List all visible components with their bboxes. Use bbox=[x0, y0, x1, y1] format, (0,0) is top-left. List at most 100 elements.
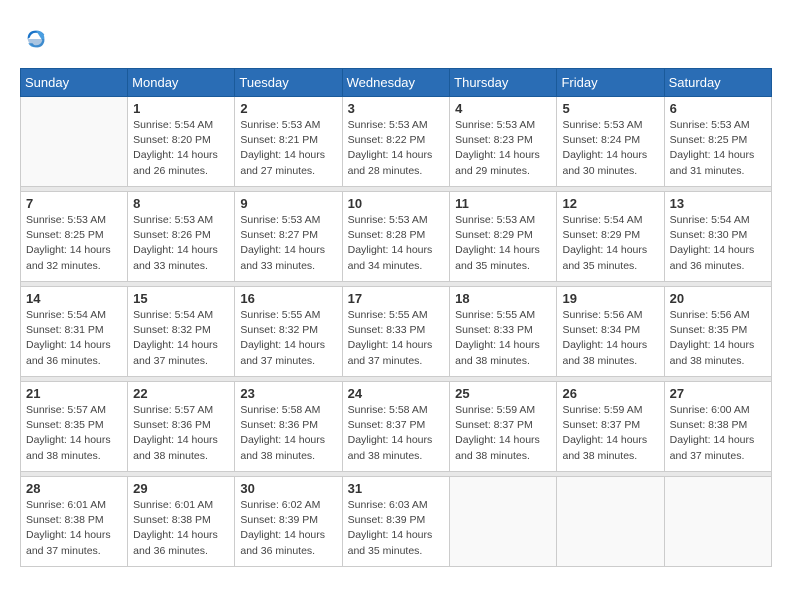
day-number: 14 bbox=[26, 291, 122, 306]
calendar-cell: 25 Sunrise: 5:59 AM Sunset: 8:37 PM Dayli… bbox=[450, 382, 557, 472]
day-number: 20 bbox=[670, 291, 766, 306]
calendar-cell: 12Sunrise: 5:54 AM Sunset: 8:29 PM Dayli… bbox=[557, 192, 664, 282]
calendar-cell: 3Sunrise: 5:53 AM Sunset: 8:22 PM Daylig… bbox=[342, 97, 450, 187]
calendar-header-sunday: Sunday bbox=[21, 69, 128, 97]
day-number: 25 bbox=[455, 386, 551, 401]
day-number: 23 bbox=[240, 386, 336, 401]
day-info: Sunrise: 6:00 AM Sunset: 8:38 PM Dayligh… bbox=[670, 403, 766, 464]
day-number: 17 bbox=[348, 291, 445, 306]
calendar-cell: 30 Sunrise: 6:02 AM Sunset: 8:39 PM Dayli… bbox=[235, 477, 342, 567]
day-info: Sunrise: 5:57 AM Sunset: 8:35 PM Dayligh… bbox=[26, 403, 122, 464]
day-info: Sunrise: 5:53 AM Sunset: 8:26 PM Dayligh… bbox=[133, 213, 229, 274]
day-info: Sunrise: 5:54 AM Sunset: 8:30 PM Dayligh… bbox=[670, 213, 766, 274]
day-number: 4 bbox=[455, 101, 551, 116]
calendar-week-5: 28 Sunrise: 6:01 AM Sunset: 8:38 PM Dayli… bbox=[21, 477, 772, 567]
calendar-cell bbox=[450, 477, 557, 567]
day-info: Sunrise: 5:53 AM Sunset: 8:21 PM Dayligh… bbox=[240, 118, 336, 179]
calendar-cell: 22 Sunrise: 5:57 AM Sunset: 8:36 PM Dayli… bbox=[128, 382, 235, 472]
calendar-cell: 13 Sunrise: 5:54 AM Sunset: 8:30 PM Dayli… bbox=[664, 192, 771, 282]
calendar-table: SundayMondayTuesdayWednesdayThursdayFrid… bbox=[20, 68, 772, 567]
day-info: Sunrise: 6:03 AM Sunset: 8:39 PM Dayligh… bbox=[348, 498, 445, 559]
calendar-cell: 9 Sunrise: 5:53 AM Sunset: 8:27 PM Daylig… bbox=[235, 192, 342, 282]
day-number: 1 bbox=[133, 101, 229, 116]
day-info: Sunrise: 5:53 AM Sunset: 8:27 PM Dayligh… bbox=[240, 213, 336, 274]
calendar-cell: 20 Sunrise: 5:56 AM Sunset: 8:35 PM Dayli… bbox=[664, 287, 771, 377]
page-header bbox=[20, 20, 772, 58]
day-number: 7 bbox=[26, 196, 122, 211]
day-number: 10 bbox=[348, 196, 445, 211]
calendar-cell: 14 Sunrise: 5:54 AM Sunset: 8:31 PM Dayli… bbox=[21, 287, 128, 377]
calendar-cell: 29Sunrise: 6:01 AM Sunset: 8:38 PM Dayli… bbox=[128, 477, 235, 567]
calendar-cell bbox=[21, 97, 128, 187]
day-number: 24 bbox=[348, 386, 445, 401]
day-number: 21 bbox=[26, 386, 122, 401]
calendar-header-monday: Monday bbox=[128, 69, 235, 97]
calendar-header-row: SundayMondayTuesdayWednesdayThursdayFrid… bbox=[21, 69, 772, 97]
day-info: Sunrise: 5:59 AM Sunset: 8:37 PM Dayligh… bbox=[562, 403, 658, 464]
day-number: 5 bbox=[562, 101, 658, 116]
day-info: Sunrise: 5:53 AM Sunset: 8:25 PM Dayligh… bbox=[26, 213, 122, 274]
day-info: Sunrise: 5:54 AM Sunset: 8:31 PM Dayligh… bbox=[26, 308, 122, 369]
calendar-cell: 27 Sunrise: 6:00 AM Sunset: 8:38 PM Dayli… bbox=[664, 382, 771, 472]
calendar-cell: 1Sunrise: 5:54 AM Sunset: 8:20 PM Daylig… bbox=[128, 97, 235, 187]
day-number: 22 bbox=[133, 386, 229, 401]
day-info: Sunrise: 5:55 AM Sunset: 8:32 PM Dayligh… bbox=[240, 308, 336, 369]
logo bbox=[20, 25, 50, 58]
day-number: 27 bbox=[670, 386, 766, 401]
logo-icon bbox=[22, 25, 50, 53]
calendar-cell: 24 Sunrise: 5:58 AM Sunset: 8:37 PM Dayli… bbox=[342, 382, 450, 472]
day-number: 30 bbox=[240, 481, 336, 496]
calendar-cell: 21 Sunrise: 5:57 AM Sunset: 8:35 PM Dayli… bbox=[21, 382, 128, 472]
day-info: Sunrise: 5:55 AM Sunset: 8:33 PM Dayligh… bbox=[348, 308, 445, 369]
calendar-cell: 6 Sunrise: 5:53 AM Sunset: 8:25 PM Daylig… bbox=[664, 97, 771, 187]
calendar-cell: 19 Sunrise: 5:56 AM Sunset: 8:34 PM Dayli… bbox=[557, 287, 664, 377]
day-info: Sunrise: 5:53 AM Sunset: 8:24 PM Dayligh… bbox=[562, 118, 658, 179]
calendar-week-4: 21 Sunrise: 5:57 AM Sunset: 8:35 PM Dayli… bbox=[21, 382, 772, 472]
day-number: 3 bbox=[348, 101, 445, 116]
day-info: Sunrise: 6:01 AM Sunset: 8:38 PM Dayligh… bbox=[26, 498, 122, 559]
calendar-cell: 7 Sunrise: 5:53 AM Sunset: 8:25 PM Daylig… bbox=[21, 192, 128, 282]
day-number: 29 bbox=[133, 481, 229, 496]
day-number: 2 bbox=[240, 101, 336, 116]
calendar-cell: 15 Sunrise: 5:54 AM Sunset: 8:32 PM Dayli… bbox=[128, 287, 235, 377]
day-number: 15 bbox=[133, 291, 229, 306]
calendar-cell bbox=[557, 477, 664, 567]
calendar-cell: 17 Sunrise: 5:55 AM Sunset: 8:33 PM Dayli… bbox=[342, 287, 450, 377]
calendar-week-3: 14 Sunrise: 5:54 AM Sunset: 8:31 PM Dayli… bbox=[21, 287, 772, 377]
calendar-cell: 10 Sunrise: 5:53 AM Sunset: 8:28 PM Dayli… bbox=[342, 192, 450, 282]
day-info: Sunrise: 5:53 AM Sunset: 8:28 PM Dayligh… bbox=[348, 213, 445, 274]
day-number: 31 bbox=[348, 481, 445, 496]
calendar-week-2: 7 Sunrise: 5:53 AM Sunset: 8:25 PM Daylig… bbox=[21, 192, 772, 282]
calendar-cell: 18 Sunrise: 5:55 AM Sunset: 8:33 PM Dayli… bbox=[450, 287, 557, 377]
day-info: Sunrise: 5:59 AM Sunset: 8:37 PM Dayligh… bbox=[455, 403, 551, 464]
day-number: 19 bbox=[562, 291, 658, 306]
day-number: 12 bbox=[562, 196, 658, 211]
day-number: 9 bbox=[240, 196, 336, 211]
calendar-cell: 16 Sunrise: 5:55 AM Sunset: 8:32 PM Dayli… bbox=[235, 287, 342, 377]
day-number: 28 bbox=[26, 481, 122, 496]
day-number: 18 bbox=[455, 291, 551, 306]
day-number: 11 bbox=[455, 196, 551, 211]
day-info: Sunrise: 6:02 AM Sunset: 8:39 PM Dayligh… bbox=[240, 498, 336, 559]
calendar-week-1: 1Sunrise: 5:54 AM Sunset: 8:20 PM Daylig… bbox=[21, 97, 772, 187]
day-info: Sunrise: 5:55 AM Sunset: 8:33 PM Dayligh… bbox=[455, 308, 551, 369]
calendar-cell: 28 Sunrise: 6:01 AM Sunset: 8:38 PM Dayli… bbox=[21, 477, 128, 567]
day-info: Sunrise: 5:54 AM Sunset: 8:32 PM Dayligh… bbox=[133, 308, 229, 369]
calendar-cell: 11Sunrise: 5:53 AM Sunset: 8:29 PM Dayli… bbox=[450, 192, 557, 282]
day-number: 13 bbox=[670, 196, 766, 211]
day-info: Sunrise: 5:56 AM Sunset: 8:35 PM Dayligh… bbox=[670, 308, 766, 369]
day-info: Sunrise: 5:53 AM Sunset: 8:25 PM Dayligh… bbox=[670, 118, 766, 179]
day-info: Sunrise: 5:58 AM Sunset: 8:36 PM Dayligh… bbox=[240, 403, 336, 464]
calendar-cell: 4Sunrise: 5:53 AM Sunset: 8:23 PM Daylig… bbox=[450, 97, 557, 187]
calendar-header-saturday: Saturday bbox=[664, 69, 771, 97]
day-number: 6 bbox=[670, 101, 766, 116]
calendar-cell: 2 Sunrise: 5:53 AM Sunset: 8:21 PM Daylig… bbox=[235, 97, 342, 187]
calendar-cell: 31 Sunrise: 6:03 AM Sunset: 8:39 PM Dayli… bbox=[342, 477, 450, 567]
calendar-header-wednesday: Wednesday bbox=[342, 69, 450, 97]
calendar-header-thursday: Thursday bbox=[450, 69, 557, 97]
day-info: Sunrise: 5:56 AM Sunset: 8:34 PM Dayligh… bbox=[562, 308, 658, 369]
day-number: 16 bbox=[240, 291, 336, 306]
day-number: 26 bbox=[562, 386, 658, 401]
day-info: Sunrise: 5:57 AM Sunset: 8:36 PM Dayligh… bbox=[133, 403, 229, 464]
day-info: Sunrise: 5:58 AM Sunset: 8:37 PM Dayligh… bbox=[348, 403, 445, 464]
